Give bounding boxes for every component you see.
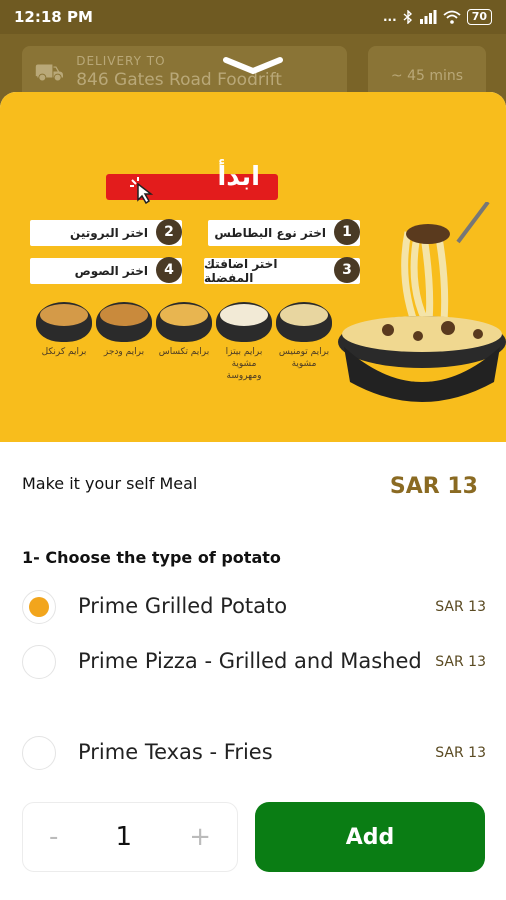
radio-dot [29, 652, 49, 672]
radio-selected-dot [29, 596, 49, 617]
potato-bowl-image [216, 302, 272, 342]
status-bar: 12:18 PM ... 70 [0, 0, 506, 34]
potato-thumb-4: برايم ودجز [96, 302, 152, 358]
option-label: Prime Pizza - Grilled and Mashed [78, 649, 422, 673]
option-label: Prime Texas - Fries [78, 740, 273, 764]
option-row[interactable]: Prime Pizza - Grilled and Mashed SAR 13 [22, 644, 486, 679]
banner-step-2: اختر البروتين 2 [30, 219, 182, 246]
decrement-button[interactable]: - [49, 822, 58, 852]
add-to-cart-button[interactable]: Add [255, 802, 485, 872]
section-title: 1- Choose the type of potato [22, 548, 281, 567]
radio-dot [29, 743, 49, 763]
signal-icon [419, 10, 437, 24]
banner-step-4: اختر الصوص 4 [30, 257, 182, 284]
banner-step-3: اختر اضافتك المفضلة 3 [204, 257, 360, 285]
potato-thumb-1: برايم تومنيس مشوية [276, 302, 332, 370]
option-label: Prime Grilled Potato [78, 594, 288, 618]
quantity-stepper: - 1 + [22, 802, 238, 872]
increment-button[interactable]: + [189, 822, 211, 852]
potato-bowl-image [156, 302, 212, 342]
loaded-fries-dish-image [338, 202, 506, 402]
potato-thumb-2: برايم بيتزا مشوية ومهروسة [216, 302, 272, 382]
truck-icon: ⛟ [34, 58, 65, 86]
quantity-value: 1 [115, 822, 133, 852]
potato-bowl-image [276, 302, 332, 342]
status-time: 12:18 PM [14, 8, 93, 26]
product-banner-image: ابدأ اختر نوع البطاطس 1 اختر البروتين 2 … [0, 92, 506, 442]
meal-title: Make it your self Meal [22, 474, 198, 493]
potato-bowl-image [96, 302, 152, 342]
option-price: SAR 13 [435, 653, 486, 670]
potato-fill [160, 304, 208, 326]
potato-bowl-image [36, 302, 92, 342]
potato-thumb-3: برايم تكساس [156, 302, 212, 358]
potato-fill [40, 304, 88, 326]
meal-price: SAR 13 [389, 474, 478, 499]
notification-dots-icon: ... [383, 10, 397, 24]
option-price: SAR 13 [435, 598, 486, 615]
potato-thumb-5: برايم كرنكل [36, 302, 92, 358]
wifi-icon [443, 10, 461, 24]
battery-icon: 70 [466, 9, 492, 25]
potato-fill [100, 304, 148, 326]
product-sheet: ابدأ اختر نوع البطاطس 1 اختر البروتين 2 … [0, 92, 506, 900]
radio-button[interactable] [22, 589, 56, 624]
option-row[interactable]: Prime Grilled Potato SAR 13 [22, 589, 486, 624]
bluetooth-icon [403, 10, 412, 24]
radio-button[interactable] [22, 735, 56, 770]
radio-button[interactable] [22, 644, 56, 679]
potato-fill [280, 304, 328, 326]
option-row[interactable]: Prime Texas - Fries SAR 13 [22, 735, 486, 770]
potato-fill [220, 304, 268, 326]
status-icons: ... 70 [383, 9, 492, 25]
cursor-icon [130, 177, 154, 204]
option-price: SAR 13 [435, 744, 486, 761]
collapse-chevron-icon[interactable] [222, 56, 284, 76]
